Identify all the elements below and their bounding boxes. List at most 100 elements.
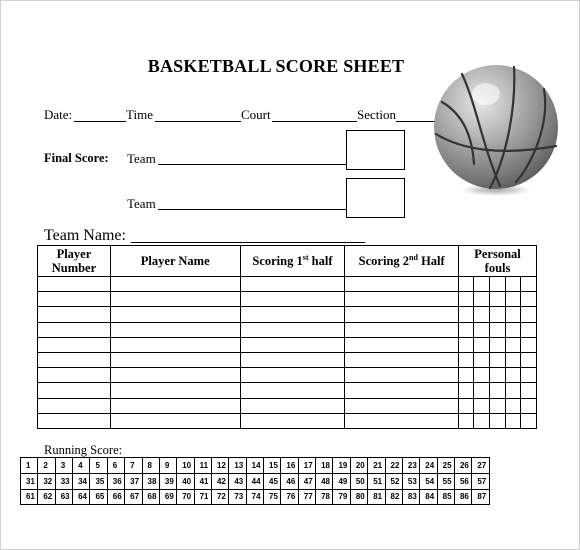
section-field[interactable] <box>396 121 436 122</box>
running-score-cell[interactable]: 37 <box>124 472 143 490</box>
running-score-cell[interactable]: 47 <box>297 472 317 490</box>
team1-name-field[interactable] <box>158 164 346 165</box>
foul-cell[interactable] <box>488 291 506 308</box>
running-score-cell[interactable]: 64 <box>72 488 91 506</box>
running-score-cell[interactable]: 7 <box>124 457 143 474</box>
running-score-cell[interactable]: 21 <box>367 457 386 474</box>
running-score-cell[interactable]: 31 <box>19 472 39 490</box>
running-score-cell[interactable]: 5 <box>89 457 108 474</box>
running-score-cell[interactable]: 33 <box>54 472 74 490</box>
foul-cell[interactable] <box>488 397 506 414</box>
running-score-cell[interactable]: 82 <box>384 488 403 506</box>
player-name-cell[interactable] <box>109 351 241 369</box>
team-name-field[interactable] <box>131 242 365 243</box>
scoring-1st-half-cell[interactable] <box>239 321 346 338</box>
foul-cell[interactable] <box>504 382 521 399</box>
running-score-cell[interactable]: 48 <box>315 472 334 490</box>
foul-cell[interactable] <box>473 336 490 353</box>
running-score-cell[interactable]: 10 <box>176 457 195 474</box>
running-score-cell[interactable]: 19 <box>332 457 351 474</box>
running-score-cell[interactable]: 51 <box>367 472 386 490</box>
foul-cell[interactable] <box>504 275 521 293</box>
scoring-1st-half-cell[interactable] <box>239 336 346 353</box>
running-score-cell[interactable]: 43 <box>228 472 247 490</box>
scoring-2nd-half-cell[interactable] <box>344 397 460 414</box>
player-number-cell[interactable] <box>37 321 111 338</box>
foul-cell[interactable] <box>519 291 538 308</box>
running-score-cell[interactable]: 6 <box>106 457 126 474</box>
running-score-cell[interactable]: 2 <box>37 457 56 474</box>
player-number-cell[interactable] <box>37 382 111 399</box>
foul-cell[interactable] <box>519 382 538 399</box>
team2-score-box[interactable] <box>346 178 405 218</box>
foul-cell[interactable] <box>458 336 475 353</box>
foul-cell[interactable] <box>488 412 506 429</box>
running-score-cell[interactable]: 62 <box>37 488 56 506</box>
player-number-cell[interactable] <box>37 306 111 323</box>
foul-cell[interactable] <box>488 306 506 323</box>
running-score-cell[interactable]: 12 <box>210 457 230 474</box>
running-score-cell[interactable]: 46 <box>280 472 299 490</box>
running-score-cell[interactable]: 52 <box>384 472 403 490</box>
foul-cell[interactable] <box>458 306 475 323</box>
player-name-cell[interactable] <box>109 321 241 338</box>
running-score-cell[interactable]: 26 <box>453 457 473 474</box>
foul-cell[interactable] <box>458 382 475 399</box>
team1-score-box[interactable] <box>346 130 405 170</box>
foul-cell[interactable] <box>458 351 475 369</box>
running-score-cell[interactable]: 80 <box>349 488 369 506</box>
running-score-cell[interactable]: 20 <box>349 457 369 474</box>
running-score-cell[interactable]: 38 <box>141 472 160 490</box>
running-score-cell[interactable]: 18 <box>315 457 334 474</box>
foul-cell[interactable] <box>519 412 538 429</box>
running-score-cell[interactable]: 81 <box>367 488 386 506</box>
player-number-cell[interactable] <box>37 397 111 414</box>
running-score-cell[interactable]: 34 <box>72 472 91 490</box>
foul-cell[interactable] <box>473 412 490 429</box>
foul-cell[interactable] <box>488 382 506 399</box>
scoring-1st-half-cell[interactable] <box>239 291 346 308</box>
running-score-cell[interactable]: 16 <box>280 457 299 474</box>
running-score-cell[interactable]: 22 <box>384 457 403 474</box>
foul-cell[interactable] <box>458 367 475 384</box>
foul-cell[interactable] <box>504 321 521 338</box>
foul-cell[interactable] <box>504 351 521 369</box>
foul-cell[interactable] <box>488 321 506 338</box>
running-score-cell[interactable]: 15 <box>263 457 282 474</box>
scoring-2nd-half-cell[interactable] <box>344 412 460 429</box>
foul-cell[interactable] <box>458 291 475 308</box>
foul-cell[interactable] <box>488 367 506 384</box>
running-score-cell[interactable]: 13 <box>228 457 247 474</box>
running-score-cell[interactable]: 27 <box>471 457 490 474</box>
running-score-cell[interactable]: 1 <box>19 457 39 474</box>
player-number-cell[interactable] <box>37 336 111 353</box>
foul-cell[interactable] <box>519 306 538 323</box>
running-score-cell[interactable]: 76 <box>280 488 299 506</box>
player-name-cell[interactable] <box>109 412 241 429</box>
foul-cell[interactable] <box>519 397 538 414</box>
running-score-cell[interactable]: 66 <box>106 488 126 506</box>
scoring-2nd-half-cell[interactable] <box>344 382 460 399</box>
running-score-cell[interactable]: 70 <box>176 488 195 506</box>
foul-cell[interactable] <box>519 367 538 384</box>
player-name-cell[interactable] <box>109 382 241 399</box>
scoring-1st-half-cell[interactable] <box>239 275 346 293</box>
running-score-cell[interactable]: 8 <box>141 457 160 474</box>
scoring-2nd-half-cell[interactable] <box>344 351 460 369</box>
foul-cell[interactable] <box>519 351 538 369</box>
foul-cell[interactable] <box>504 367 521 384</box>
foul-cell[interactable] <box>504 397 521 414</box>
player-name-cell[interactable] <box>109 275 241 293</box>
running-score-cell[interactable]: 3 <box>54 457 74 474</box>
scoring-2nd-half-cell[interactable] <box>344 321 460 338</box>
running-score-cell[interactable]: 50 <box>349 472 369 490</box>
player-number-cell[interactable] <box>37 275 111 293</box>
foul-cell[interactable] <box>458 397 475 414</box>
running-score-cell[interactable]: 78 <box>315 488 334 506</box>
running-score-cell[interactable]: 35 <box>89 472 108 490</box>
foul-cell[interactable] <box>473 351 490 369</box>
running-score-cell[interactable]: 85 <box>436 488 455 506</box>
foul-cell[interactable] <box>473 397 490 414</box>
running-score-cell[interactable]: 32 <box>37 472 56 490</box>
running-score-cell[interactable]: 40 <box>176 472 195 490</box>
